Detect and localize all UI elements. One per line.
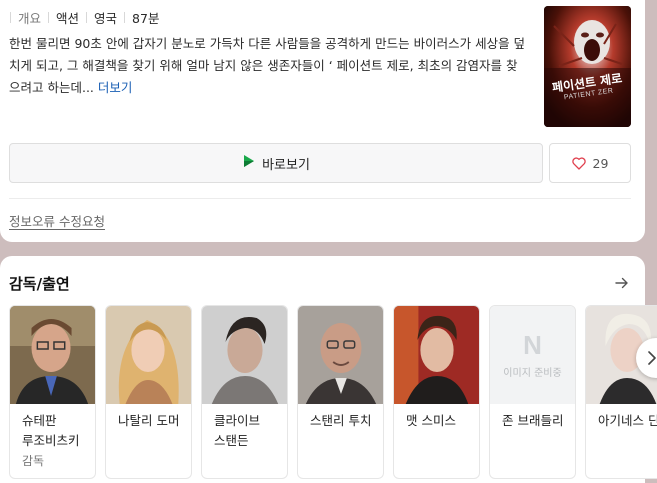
cast-card: 감독/출연 슈테판 루조비츠키 감독 나탈리 도머 클라이브 스탠든 스탠리 투… — [0, 256, 657, 483]
cast-item[interactable]: 나탈리 도머 — [105, 305, 192, 479]
person-name: 스탠리 투치 — [310, 413, 372, 428]
synopsis-text: 한번 물리면 90초 안에 갑자기 분노로 가득차 다른 사람들을 공격하게 만… — [9, 36, 526, 95]
person-photo — [106, 306, 191, 404]
person-role: 감독 — [22, 454, 45, 468]
heart-icon — [571, 156, 586, 170]
person-name: 맷 스미스 — [406, 413, 456, 428]
more-link[interactable]: 더보기 — [98, 80, 133, 95]
movie-meta-row: 개요 액션 영국 87분 — [10, 9, 160, 26]
cast-item[interactable]: 클라이브 스탠든 — [201, 305, 288, 479]
like-button[interactable]: 29 — [549, 143, 631, 183]
no-image-label: 이미지 준비중 — [503, 367, 562, 379]
person-photo — [394, 306, 479, 404]
divider — [9, 198, 631, 199]
cast-item[interactable]: 슈테판 루조비츠키 감독 — [9, 305, 96, 479]
person-name: 아기네스 딘 — [598, 413, 657, 428]
cast-item[interactable]: 스탠리 투치 — [297, 305, 384, 479]
person-name: 슈테판 루조비츠키 — [22, 413, 80, 448]
chevron-right-icon — [648, 351, 656, 365]
naver-logo-icon: N — [523, 329, 542, 360]
meta-divider — [48, 11, 50, 23]
watch-now-label: 바로보기 — [262, 157, 310, 173]
report-error-link[interactable]: 정보오류 수정요청 — [9, 211, 105, 230]
synopsis: 한번 물리면 90초 안에 갑자기 분노로 가득차 다른 사람들을 공격하게 만… — [9, 33, 529, 99]
meta-runtime: 87분 — [132, 10, 160, 26]
person-photo — [10, 306, 95, 404]
cast-item[interactable]: N 이미지 준비중 존 브래들리 — [489, 305, 576, 479]
section-title: 감독/출연 — [9, 275, 70, 293]
watch-now-button[interactable]: 바로보기 — [9, 143, 543, 183]
person-name: 존 브래들리 — [502, 413, 564, 428]
person-photo — [298, 306, 383, 404]
person-name: 나탈리 도머 — [118, 413, 180, 428]
person-photo — [202, 306, 287, 404]
cast-item[interactable]: 맷 스미스 — [393, 305, 480, 479]
no-image-placeholder: N 이미지 준비중 — [490, 306, 575, 404]
poster-image — [544, 6, 631, 127]
meta-divider — [86, 11, 88, 23]
meta-divider — [124, 11, 126, 23]
cast-item[interactable]: 아기네스 딘 — [585, 305, 657, 479]
meta-country: 영국 — [94, 10, 118, 26]
person-name: 클라이브 스탠든 — [214, 413, 261, 448]
cast-list: 슈테판 루조비츠키 감독 나탈리 도머 클라이브 스탠든 스탠리 투치 맷 스미… — [9, 305, 657, 483]
meta-divider — [10, 11, 11, 23]
arrow-right-icon[interactable] — [615, 274, 629, 293]
meta-overview-label: 개요 — [18, 10, 42, 26]
like-count: 29 — [592, 155, 609, 171]
movie-poster[interactable]: 페이션트 제로 PATIENT ZER — [544, 6, 631, 127]
play-icon — [242, 154, 256, 172]
movie-info-card: 개요 액션 영국 87분 한번 물리면 90초 안에 갑자기 분노로 가득차 다… — [0, 0, 645, 242]
meta-genre: 액션 — [56, 10, 80, 26]
